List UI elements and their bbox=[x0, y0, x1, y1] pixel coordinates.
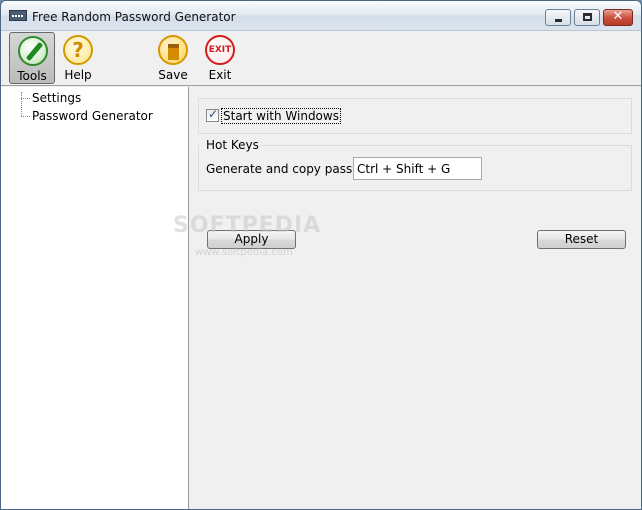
help-label: Help bbox=[64, 68, 92, 82]
app-icon bbox=[9, 10, 27, 21]
tree-connector bbox=[21, 116, 30, 117]
title-bar[interactable]: Free Random Password Generator ✕ bbox=[1, 1, 641, 31]
window-title: Free Random Password Generator bbox=[32, 10, 236, 24]
help-icon: ? bbox=[63, 35, 93, 65]
tree-item-settings[interactable]: Settings bbox=[32, 91, 81, 105]
tree-connector bbox=[21, 92, 22, 116]
close-button[interactable]: ✕ bbox=[603, 9, 633, 26]
watermark-url: www.softpedia.com bbox=[195, 247, 293, 258]
generate-password-hotkey-field[interactable] bbox=[353, 157, 482, 180]
group-border bbox=[255, 145, 632, 146]
save-icon bbox=[158, 35, 188, 65]
exit-label: Exit bbox=[208, 68, 232, 82]
toolbar: Tools ? Help Save EXIT Exit bbox=[1, 31, 641, 86]
minimize-button[interactable] bbox=[545, 9, 571, 26]
tree-connector bbox=[21, 98, 30, 99]
tools-button[interactable]: Tools bbox=[9, 32, 55, 84]
exit-button[interactable]: EXIT Exit bbox=[197, 32, 243, 84]
settings-panel: ✓ Start with Windows Hot Keys Generate a… bbox=[191, 87, 641, 509]
app-window: Free Random Password Generator ✕ Tools ?… bbox=[0, 0, 642, 510]
maximize-button[interactable] bbox=[574, 9, 600, 26]
checkmark-icon: ✓ bbox=[208, 107, 219, 121]
minimize-icon bbox=[555, 19, 562, 22]
exit-icon: EXIT bbox=[205, 35, 235, 65]
hot-keys-title: Hot Keys bbox=[206, 138, 261, 152]
start-with-windows-label[interactable]: Start with Windows bbox=[221, 108, 341, 124]
maximize-icon bbox=[583, 13, 592, 21]
reset-button[interactable]: Reset bbox=[537, 230, 626, 249]
tools-label: Tools bbox=[17, 69, 47, 83]
save-label: Save bbox=[158, 68, 188, 82]
navigation-tree: Settings Password Generator bbox=[1, 87, 189, 509]
watermark: SOFTPEDIA bbox=[173, 213, 322, 238]
tree-item-password-generator[interactable]: Password Generator bbox=[32, 109, 153, 123]
tools-icon bbox=[18, 36, 48, 66]
close-icon: ✕ bbox=[612, 9, 624, 24]
save-button[interactable]: Save bbox=[150, 32, 196, 84]
start-with-windows-checkbox[interactable]: ✓ bbox=[206, 107, 219, 122]
help-button[interactable]: ? Help bbox=[55, 32, 101, 84]
